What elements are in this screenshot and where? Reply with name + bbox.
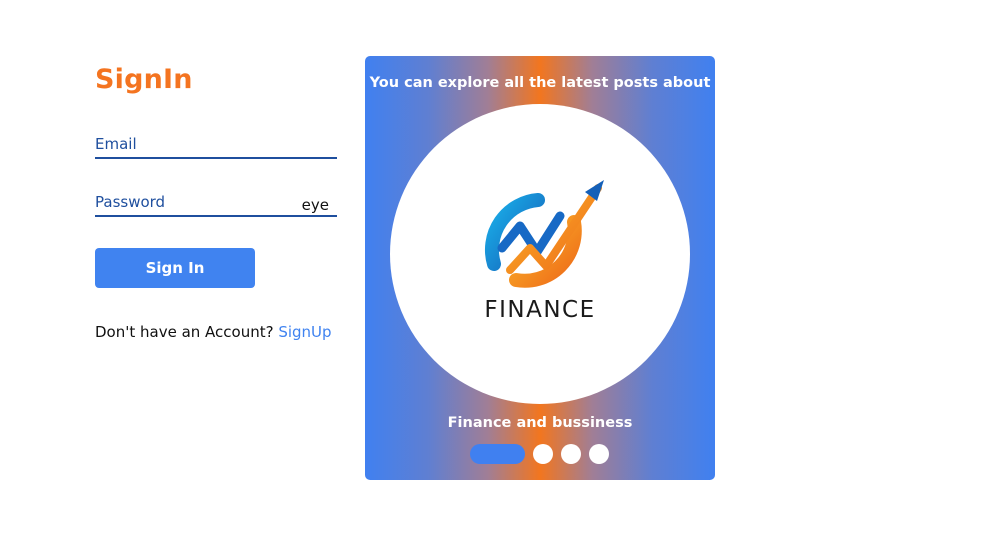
password-visibility-toggle[interactable]: eye: [302, 196, 329, 214]
carousel-dot-4[interactable]: [589, 444, 609, 464]
password-input[interactable]: [95, 191, 295, 213]
carousel-card: You can explore all the latest posts abo…: [365, 56, 715, 480]
page-title: SignIn: [95, 64, 193, 95]
carousel-dot-3[interactable]: [561, 444, 581, 464]
carousel-heading: You can explore all the latest posts abo…: [369, 75, 711, 91]
carousel-dot-2[interactable]: [533, 444, 553, 464]
email-field: [95, 133, 337, 159]
signup-prompt: Don't have an Account? SignUp: [95, 323, 332, 341]
carousel-dot-1[interactable]: [470, 444, 525, 464]
finance-logo-icon: [485, 180, 604, 288]
logo-wordmark: FINANCE: [484, 297, 596, 323]
slide-caption: Finance and bussiness: [447, 415, 633, 431]
password-field: eye: [95, 191, 337, 217]
signup-link[interactable]: SignUp: [278, 323, 331, 341]
email-input[interactable]: [95, 133, 295, 155]
signup-prompt-text: Don't have an Account?: [95, 323, 279, 341]
finance-logo: FINANCE: [390, 104, 690, 404]
signin-page: SignIn eye Sign In Don't have an Account…: [0, 0, 981, 538]
sign-in-button[interactable]: Sign In: [95, 248, 255, 288]
